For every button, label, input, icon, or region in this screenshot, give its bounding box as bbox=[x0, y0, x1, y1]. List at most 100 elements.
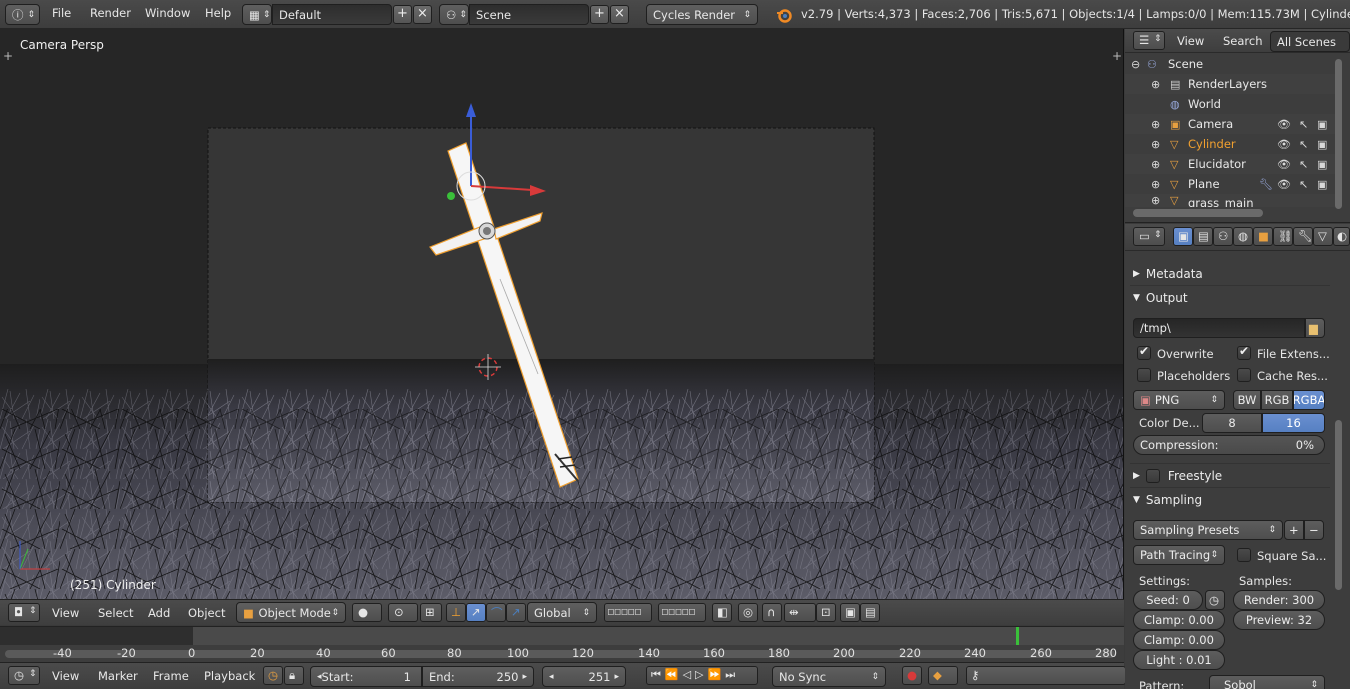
outliner-h-scrollbar[interactable] bbox=[1133, 209, 1263, 217]
timeline-scrollbar[interactable] bbox=[5, 650, 1115, 658]
clamp-direct-field[interactable]: Clamp: 0.00 bbox=[1133, 610, 1225, 630]
outliner-row-scene[interactable]: ⊖ ⚇ Scene bbox=[1125, 54, 1335, 74]
sampling-presets-dropdown[interactable]: Sampling Presets ⇕ bbox=[1133, 520, 1283, 540]
menu-object[interactable]: Object bbox=[188, 606, 225, 620]
panel-sampling-header[interactable]: ▼ Sampling bbox=[1133, 489, 1323, 511]
scale-manipulator[interactable]: ↗ bbox=[506, 603, 526, 622]
playback-controls[interactable]: ⏮⏪◁▷⏩⏭ bbox=[646, 666, 758, 685]
menu-render[interactable]: Render bbox=[90, 6, 131, 20]
tab-render-layers[interactable]: ▤ bbox=[1193, 227, 1213, 246]
expand-icon[interactable]: ⊕ bbox=[1151, 194, 1160, 207]
outliner-row-grass-main[interactable]: ⊕ ▽ grass_main bbox=[1125, 194, 1335, 207]
expand-icon[interactable]: ⊕ bbox=[1151, 158, 1160, 171]
properties-editor[interactable]: ▭ ⇕ ▣ ▤ ⚇ ◍ ■ ⛓︎ 🔧︎ ▽ ◐ ▶ Metadata ▼ Out… bbox=[1125, 224, 1350, 689]
snap-target-button[interactable]: ⊡ bbox=[816, 603, 836, 622]
current-frame-indicator[interactable] bbox=[1016, 627, 1019, 645]
tab-scene[interactable]: ⚇ bbox=[1213, 227, 1233, 246]
layout-browse-button[interactable]: ▦ ⇕ bbox=[242, 4, 272, 25]
menu-marker[interactable]: Marker bbox=[98, 669, 138, 683]
render-camera-icon[interactable]: ▣ bbox=[1317, 158, 1327, 171]
outliner-row-plane[interactable]: ⊕ ▽ Plane 🔧︎ 👁︎ ↖ ▣ bbox=[1125, 174, 1335, 194]
outliner-row-cylinder[interactable]: ⊕ ▽ Cylinder 👁︎ ↖ ▣ bbox=[1125, 134, 1335, 154]
select-cursor-icon[interactable]: ↖ bbox=[1299, 158, 1308, 171]
output-path-field[interactable]: /tmp\ bbox=[1133, 318, 1305, 338]
tab-material[interactable]: ◐ bbox=[1333, 227, 1350, 246]
snap-element-dropdown[interactable]: ⇹ bbox=[784, 603, 816, 622]
tab-modifiers[interactable]: 🔧︎ bbox=[1293, 227, 1313, 246]
lock-layers-button[interactable]: ◧ bbox=[712, 603, 732, 622]
visibility-eye-icon[interactable]: 👁︎ bbox=[1277, 138, 1291, 151]
menu-window[interactable]: Window bbox=[145, 6, 190, 20]
cache-result-checkbox[interactable] bbox=[1237, 368, 1251, 382]
add-layout-button[interactable]: + bbox=[393, 5, 412, 24]
render-camera-icon[interactable]: ▣ bbox=[1317, 138, 1327, 151]
rotate-manipulator[interactable]: ↗ bbox=[466, 603, 486, 622]
outliner-v-scrollbar[interactable] bbox=[1335, 59, 1342, 209]
orientation-dropdown[interactable]: Global ⇕ bbox=[527, 602, 597, 623]
preview-samples-field[interactable]: Preview: 32 bbox=[1233, 610, 1325, 630]
tab-object[interactable]: ■ bbox=[1253, 227, 1273, 246]
visibility-eye-icon[interactable]: 👁︎ bbox=[1277, 118, 1291, 131]
compression-slider[interactable]: Compression: 0% bbox=[1133, 435, 1325, 455]
editor-type-timeline-button[interactable]: ◷ ⇕ bbox=[8, 666, 40, 685]
outliner-row-elucidator[interactable]: ⊕ ▽ Elucidator 👁︎ ↖ ▣ bbox=[1125, 154, 1335, 174]
preview-range-button[interactable]: ◷ bbox=[263, 666, 283, 685]
outliner[interactable]: ☰ ⇕ View Search All Scenes ⊖ ⚇ Scene ⊕ ▤… bbox=[1125, 29, 1350, 223]
square-samples-checkbox[interactable] bbox=[1237, 548, 1251, 562]
render-still-button[interactable]: ▣ bbox=[840, 603, 860, 622]
tab-render[interactable]: ▣ bbox=[1173, 227, 1193, 246]
clamp-indirect-field[interactable]: Clamp: 0.00 bbox=[1133, 630, 1225, 650]
manipulator-toggle[interactable]: ⊞ bbox=[420, 603, 442, 622]
translate-manipulator[interactable]: ⊥ bbox=[446, 603, 466, 622]
lock-range-button[interactable]: 🔒︎ bbox=[284, 666, 304, 685]
collapse-icon[interactable]: ⊖ bbox=[1131, 58, 1140, 71]
timeline-area[interactable]: -40 -20 0 20 40 60 80 100 120 140 160 18… bbox=[0, 626, 1124, 663]
current-frame-field[interactable]: ◂ 251 ▸ bbox=[542, 666, 626, 687]
light-threshold-field[interactable]: Light : 0.01 bbox=[1133, 650, 1225, 670]
remove-preset-button[interactable]: − bbox=[1304, 520, 1324, 540]
color-depth-16-button[interactable]: 16 bbox=[1262, 413, 1325, 433]
select-cursor-icon[interactable]: ↖ bbox=[1299, 138, 1308, 151]
remove-layout-button[interactable]: × bbox=[413, 5, 432, 24]
browse-folder-button[interactable]: ▆ bbox=[1305, 318, 1325, 338]
pattern-dropdown[interactable]: Sobol ⇕ bbox=[1209, 675, 1325, 689]
remove-scene-button[interactable]: × bbox=[610, 5, 629, 24]
color-bw-button[interactable]: BW bbox=[1233, 390, 1261, 410]
color-rgb-button[interactable]: RGB bbox=[1261, 390, 1293, 410]
mode-dropdown[interactable]: ■ Object Mode ⇕ bbox=[236, 602, 346, 623]
layers-group-1[interactable]: ▫▫▫▫▫ bbox=[604, 603, 652, 622]
expand-icon[interactable]: ⊕ bbox=[1151, 78, 1160, 91]
freestyle-checkbox[interactable] bbox=[1145, 469, 1160, 483]
editor-type-outliner-button[interactable]: ☰ ⇕ bbox=[1133, 31, 1165, 50]
tab-constraints[interactable]: ⛓︎ bbox=[1273, 227, 1293, 246]
menu-file[interactable]: File bbox=[52, 6, 71, 20]
panel-freestyle-header[interactable]: ▶ Freestyle bbox=[1133, 465, 1323, 487]
overwrite-checkbox[interactable] bbox=[1137, 344, 1151, 360]
shading-dropdown[interactable]: ● bbox=[352, 603, 382, 622]
menu-view[interactable]: View bbox=[52, 669, 79, 683]
menu-playback[interactable]: Playback bbox=[204, 669, 255, 683]
menu-view[interactable]: View bbox=[52, 606, 79, 620]
layout-name-field[interactable]: Default bbox=[272, 4, 392, 25]
end-frame-field[interactable]: End: 250 ▸ bbox=[422, 666, 534, 687]
keying-set-dropdown[interactable]: ◆ bbox=[928, 666, 958, 685]
pivot-dropdown[interactable]: ⊙ bbox=[388, 603, 418, 622]
3d-viewport[interactable]: + + Camera Persp (251) Cylinder bbox=[0, 29, 1124, 599]
outliner-row-world[interactable]: ◍ World bbox=[1125, 94, 1335, 114]
timeline-ruler[interactable] bbox=[0, 645, 1124, 663]
menu-help[interactable]: Help bbox=[205, 6, 231, 20]
render-samples-field[interactable]: Render: 300 bbox=[1233, 590, 1325, 610]
display-mode-dropdown[interactable]: All Scenes bbox=[1270, 31, 1350, 52]
add-preset-button[interactable]: + bbox=[1284, 520, 1304, 540]
visibility-eye-icon[interactable]: 👁︎ bbox=[1277, 158, 1291, 171]
file-extensions-checkbox[interactable] bbox=[1237, 344, 1251, 360]
scene-name-field[interactable]: Scene bbox=[469, 4, 589, 25]
rotate-curve-manipulator[interactable]: ⌒ bbox=[486, 603, 506, 622]
expand-icon[interactable]: ⊕ bbox=[1151, 118, 1160, 131]
select-cursor-icon[interactable]: ↖ bbox=[1299, 178, 1308, 191]
tab-data[interactable]: ▽ bbox=[1313, 227, 1333, 246]
start-frame-field[interactable]: ◂ Start: 1 bbox=[310, 666, 422, 687]
outliner-row-camera[interactable]: ⊕ ▣ Camera 👁︎ ↖ ▣ bbox=[1125, 114, 1335, 134]
panel-output-header[interactable]: ▼ Output bbox=[1133, 287, 1323, 309]
editor-type-3d-button[interactable]: ◘ ⇕ bbox=[8, 603, 40, 622]
